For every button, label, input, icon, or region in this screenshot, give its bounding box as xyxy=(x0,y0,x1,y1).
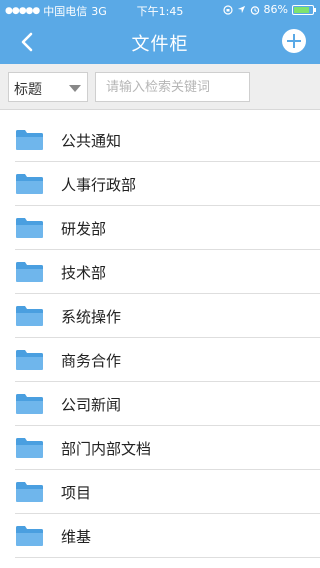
folder-list-item[interactable]: 技术部 xyxy=(0,250,320,294)
folder-label: 商务合作 xyxy=(61,352,122,370)
folder-list-item[interactable]: 公司新闻 xyxy=(0,382,320,426)
folder-list: 公共通知人事行政部研发部技术部系统操作商务合作公司新闻部门内部文档 项目维基 xyxy=(0,118,320,558)
app-header: ●●●●● 中国电信 3G 下午1:45 86% 文件柜 xyxy=(0,0,320,64)
folder-icon xyxy=(16,482,43,502)
folder-icon xyxy=(16,130,43,150)
folder-list-item[interactable]: 部门内部文档 xyxy=(0,426,320,470)
folder-label: 技术部 xyxy=(61,264,107,282)
search-field-value: 标题 xyxy=(14,82,42,98)
folder-label: 部门内部文档 xyxy=(61,440,152,458)
status-right: 86% xyxy=(222,3,316,16)
folder-icon xyxy=(16,218,43,238)
folder-icon xyxy=(16,174,43,194)
folder-label: 公司新闻 xyxy=(61,396,122,414)
dropdown-arrow-icon xyxy=(69,85,81,92)
folder-label: 系统操作 xyxy=(61,308,122,326)
folder-list-item[interactable]: 人事行政部 xyxy=(0,162,320,206)
folder-list-item[interactable]: 研发部 xyxy=(0,206,320,250)
folder-label: 研发部 xyxy=(61,220,107,238)
folder-icon xyxy=(16,438,43,458)
folder-list-item[interactable]: 维基 xyxy=(0,514,320,558)
status-bar: ●●●●● 中国电信 3G 下午1:45 86% xyxy=(0,0,320,20)
folder-icon xyxy=(16,262,43,282)
folder-label: 人事行政部 xyxy=(61,176,137,194)
folder-label: 公共通知 xyxy=(61,132,122,150)
folder-label: 维基 xyxy=(61,528,92,546)
rotation-lock-icon xyxy=(222,4,233,15)
plus-circle-icon[interactable] xyxy=(282,29,306,53)
search-input[interactable] xyxy=(95,72,250,102)
search-field-select[interactable]: 标题 xyxy=(8,72,88,102)
folder-icon xyxy=(16,306,43,326)
folder-list-item[interactable]: 系统操作 xyxy=(0,294,320,338)
folder-list-item[interactable]: 项目 xyxy=(0,470,320,514)
folder-icon xyxy=(16,394,43,414)
location-icon xyxy=(237,5,245,14)
navigation-bar: 文件柜 xyxy=(0,20,320,64)
alarm-icon xyxy=(250,5,259,15)
battery-icon xyxy=(292,4,316,15)
battery-level xyxy=(294,6,310,13)
folder-icon xyxy=(16,350,43,370)
page-title: 文件柜 xyxy=(131,34,189,55)
folder-list-item[interactable]: 商务合作 xyxy=(0,338,320,382)
folder-list-item[interactable]: 公共通知 xyxy=(0,118,320,162)
battery-percent: 86% xyxy=(263,3,288,16)
search-bar: 标题 xyxy=(0,64,320,110)
folder-label: 项目 xyxy=(61,484,92,502)
folder-icon xyxy=(16,526,43,546)
